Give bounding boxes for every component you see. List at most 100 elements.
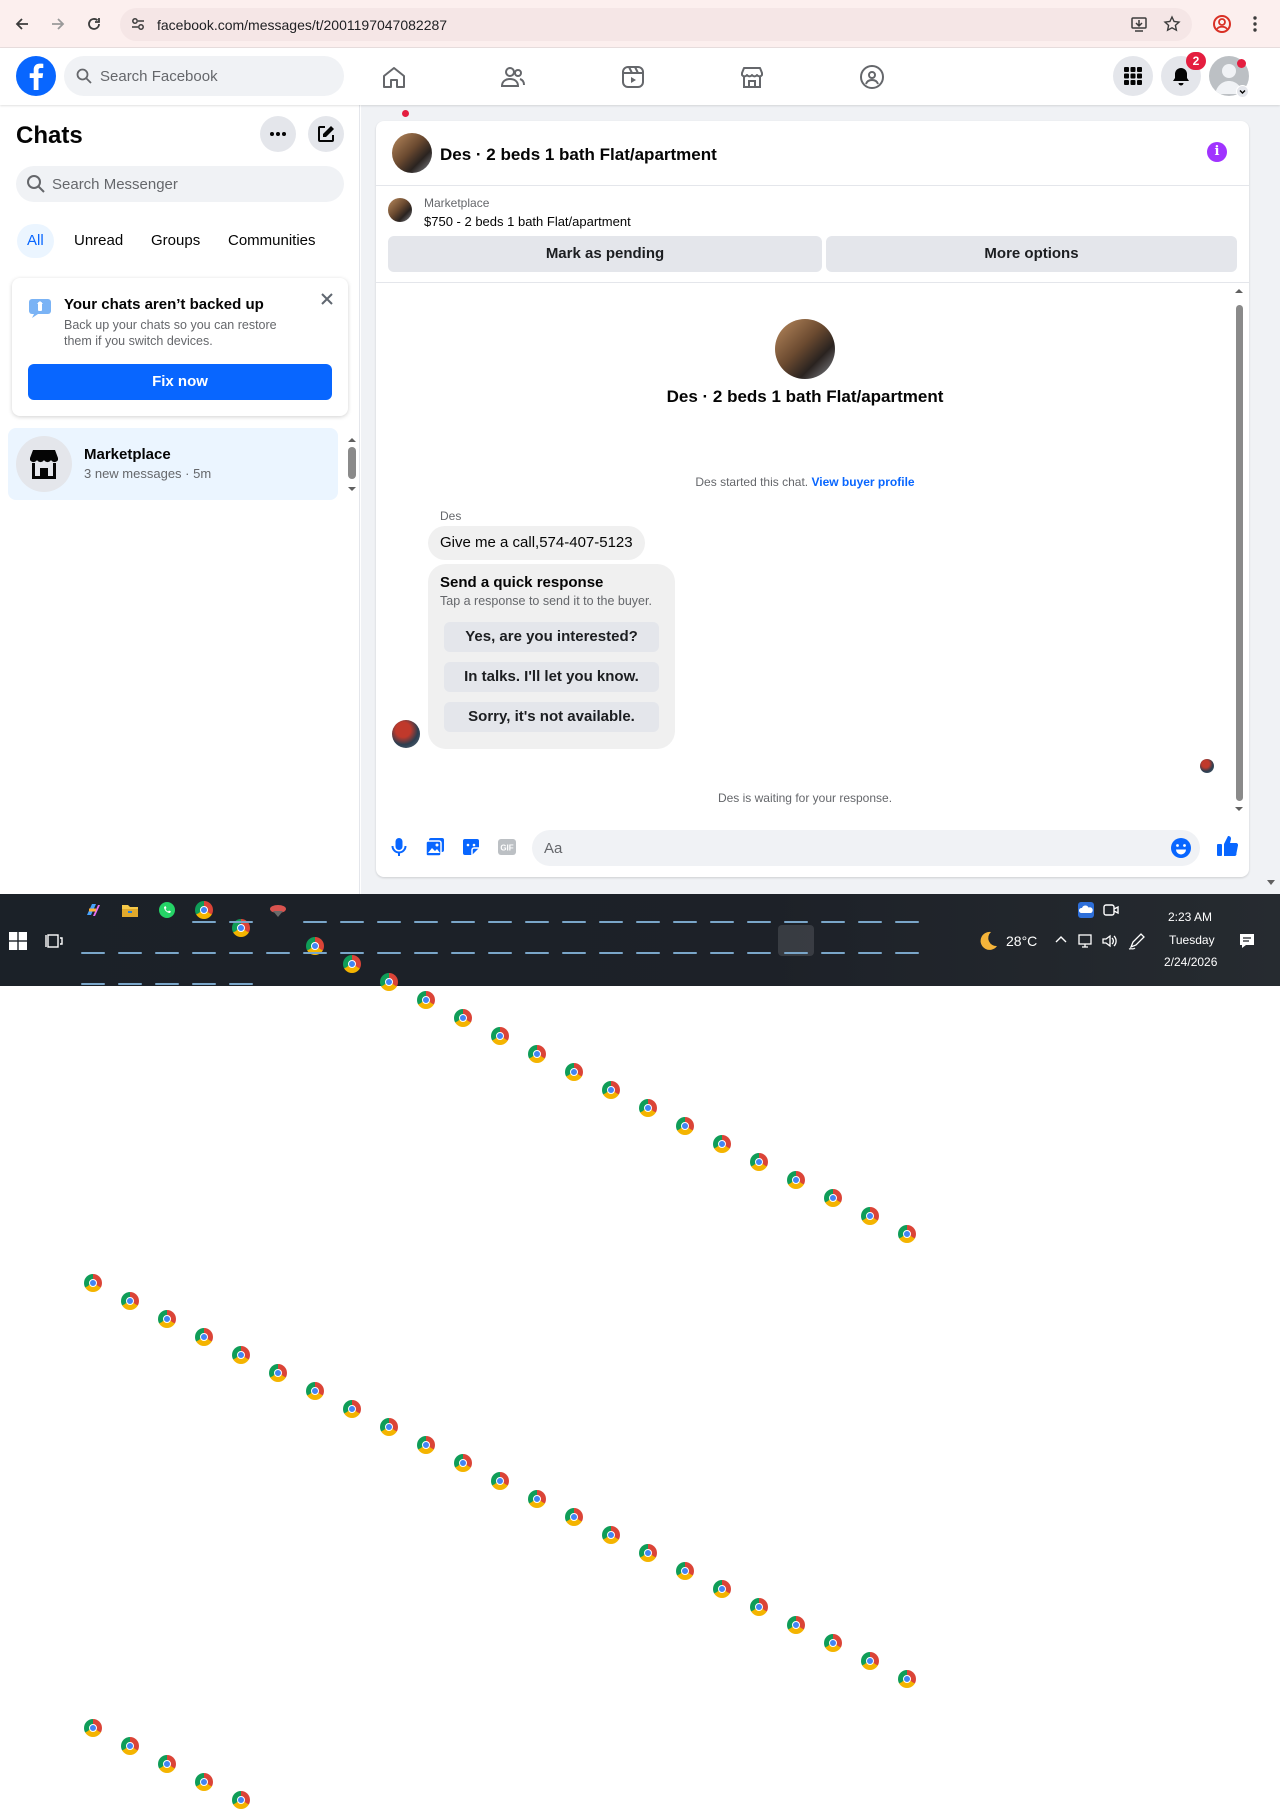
chrome-icon[interactable] (528, 1045, 546, 1063)
back-icon[interactable] (11, 13, 33, 35)
listing-thumbnail[interactable] (392, 133, 432, 173)
quick-response-interested[interactable]: Yes, are you interested? (444, 622, 659, 652)
chrome-icon[interactable] (121, 1292, 139, 1310)
messenger-search-input[interactable]: Search Messenger (16, 166, 344, 202)
chrome-icon[interactable] (787, 1171, 805, 1189)
task-view-icon[interactable] (45, 932, 63, 950)
whatsapp-icon[interactable] (158, 901, 176, 919)
page-scroll-down-icon[interactable] (1266, 879, 1276, 887)
filter-groups[interactable]: Groups (141, 224, 210, 258)
view-buyer-profile-link[interactable]: View buyer profile (811, 475, 914, 489)
bookmark-star-icon[interactable] (1163, 15, 1181, 33)
chrome-icon[interactable] (787, 1616, 805, 1634)
close-icon[interactable] (318, 290, 336, 308)
chrome-icon[interactable] (676, 1562, 694, 1580)
sticker-icon[interactable] (460, 836, 482, 858)
chrome-icon[interactable] (713, 1135, 731, 1153)
gif-icon[interactable]: GIF (496, 836, 518, 858)
conversation-item-marketplace[interactable]: Marketplace 3 new messages · 5m (8, 428, 338, 500)
chrome-icon[interactable] (639, 1544, 657, 1562)
chrome-icon[interactable] (713, 1580, 731, 1598)
chrome-icon[interactable] (565, 1063, 583, 1081)
chrome-icon[interactable] (565, 1508, 583, 1526)
quick-response-not-available[interactable]: Sorry, it's not available. (444, 702, 659, 732)
new-message-button[interactable] (308, 116, 344, 152)
windows-start-icon[interactable] (9, 932, 27, 950)
emoji-icon[interactable] (1170, 837, 1192, 859)
app-icon[interactable] (269, 901, 287, 919)
weather-temperature[interactable]: 28°C (1006, 933, 1037, 949)
clock-day[interactable]: Tuesday (1169, 933, 1215, 947)
browser-menu-icon[interactable] (1252, 14, 1258, 34)
chrome-icon[interactable] (417, 1436, 435, 1454)
chrome-icon[interactable] (824, 1634, 842, 1652)
chat-title[interactable]: Des · 2 beds 1 bath Flat/apartment (440, 145, 717, 165)
filter-unread[interactable]: Unread (64, 224, 133, 258)
home-icon[interactable] (381, 64, 407, 90)
browser-profile-icon[interactable] (1212, 14, 1232, 34)
message-input[interactable]: Aa (532, 830, 1200, 866)
fix-now-button[interactable]: Fix now (28, 364, 332, 400)
clock-date[interactable]: 2/24/2026 (1164, 955, 1217, 969)
onedrive-icon[interactable] (1077, 901, 1095, 919)
listing-price-title[interactable]: $750 - 2 beds 1 bath Flat/apartment (424, 214, 631, 229)
chrome-icon[interactable] (417, 991, 435, 1009)
mark-as-pending-button[interactable]: Mark as pending (388, 236, 822, 272)
quick-response-in-talks[interactable]: In talks. I'll let you know. (444, 662, 659, 692)
meet-now-icon[interactable] (1102, 901, 1120, 919)
chrome-icon[interactable] (306, 1382, 324, 1400)
clock-time[interactable]: 2:23 AM (1168, 910, 1212, 924)
chrome-icon[interactable] (676, 1117, 694, 1135)
marketplace-icon[interactable] (739, 64, 765, 90)
chrome-icon[interactable] (824, 1189, 842, 1207)
chrome-icon[interactable] (84, 1274, 102, 1292)
facebook-search-input[interactable]: Search Facebook (64, 56, 344, 96)
facebook-logo-icon[interactable] (16, 56, 56, 96)
file-explorer-icon[interactable] (121, 901, 139, 919)
address-bar[interactable]: facebook.com/messages/t/2001197047082287 (120, 8, 1192, 41)
filter-all[interactable]: All (17, 224, 54, 258)
chrome-icon[interactable] (158, 1755, 176, 1773)
chrome-icon[interactable] (195, 1328, 213, 1346)
friends-icon[interactable] (500, 64, 526, 90)
chat-options-button[interactable] (260, 116, 296, 152)
chrome-icon[interactable] (491, 1472, 509, 1490)
pen-icon[interactable] (1128, 932, 1146, 950)
listing-thumbnail-small[interactable] (388, 198, 412, 222)
chrome-icon[interactable] (454, 1009, 472, 1027)
thumbs-up-icon[interactable] (1216, 834, 1240, 858)
reload-icon[interactable] (83, 13, 105, 35)
filter-communities[interactable]: Communities (218, 224, 326, 258)
notification-center-icon[interactable] (1238, 932, 1256, 950)
install-app-icon[interactable] (1130, 15, 1148, 33)
forward-icon[interactable] (47, 13, 69, 35)
chrome-icon[interactable] (121, 1737, 139, 1755)
chrome-icon[interactable] (343, 955, 361, 973)
chrome-icon[interactable] (158, 1310, 176, 1328)
chrome-icon[interactable] (84, 1719, 102, 1737)
chrome-icon[interactable] (750, 1598, 768, 1616)
chrome-icon[interactable] (232, 1346, 250, 1364)
menu-grid-icon[interactable] (1113, 56, 1153, 96)
chrome-icon[interactable] (861, 1207, 879, 1225)
site-settings-icon[interactable] (130, 16, 146, 32)
copilot-icon[interactable] (84, 901, 102, 919)
info-icon[interactable]: i (1207, 142, 1227, 162)
chrome-icon[interactable] (232, 1791, 250, 1809)
chrome-icon[interactable] (898, 1670, 916, 1688)
chrome-icon[interactable] (528, 1490, 546, 1508)
chrome-icon[interactable] (602, 1526, 620, 1544)
chrome-icon[interactable] (602, 1081, 620, 1099)
groups-icon[interactable] (859, 64, 885, 90)
chrome-icon[interactable] (269, 1364, 287, 1382)
chrome-icon[interactable] (898, 1225, 916, 1243)
thread-scrollbar[interactable] (1233, 285, 1245, 815)
video-icon[interactable] (620, 64, 646, 90)
more-options-button[interactable]: More options (826, 236, 1237, 272)
chrome-icon[interactable] (195, 1773, 213, 1791)
show-hidden-icons-chevron-up-icon[interactable] (1054, 933, 1068, 947)
chrome-icon[interactable] (380, 973, 398, 991)
photo-icon[interactable] (424, 836, 446, 858)
network-icon[interactable] (1077, 932, 1095, 950)
chrome-icon[interactable] (861, 1652, 879, 1670)
